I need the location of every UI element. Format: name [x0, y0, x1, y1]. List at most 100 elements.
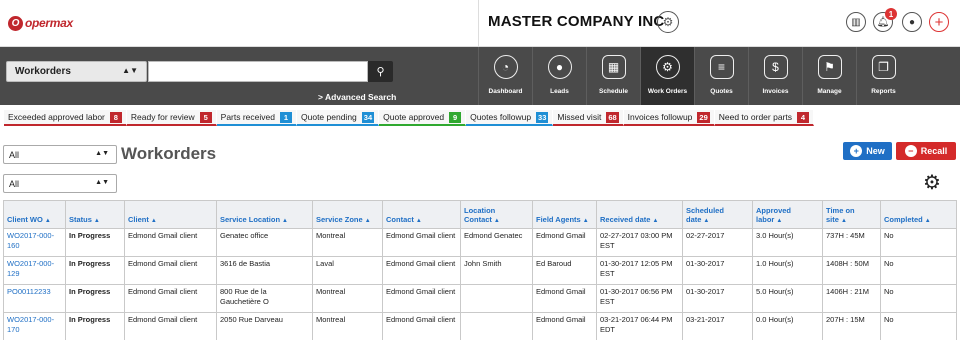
table-cell: Edmond Gmail client [382, 312, 461, 340]
table-cell: Edmond Gmail [532, 284, 597, 313]
nav-item-reports[interactable]: ❐ Reports [856, 47, 910, 105]
filter-label: Need to order parts [718, 112, 792, 122]
filter-tab[interactable]: Exceeded approved labor 8 [4, 110, 127, 126]
filter-tab[interactable]: Invoices followup 29 [623, 110, 715, 126]
column-header[interactable]: Service Location ▲ [216, 200, 313, 229]
column-header[interactable]: Service Zone ▲ [312, 200, 383, 229]
module-select-value: Workorders [15, 66, 71, 77]
filter-label: Ready for review [130, 112, 195, 122]
company-settings-icon[interactable]: ⚙ [657, 11, 679, 33]
search-button[interactable]: ⚲ [368, 61, 393, 82]
table-cell: No [880, 256, 957, 285]
column-header[interactable]: Client ▲ [124, 200, 217, 229]
filter-tab[interactable]: Need to order parts 4 [714, 110, 814, 126]
table-cell [460, 284, 533, 313]
filter-count-badge: 29 [697, 111, 710, 123]
table-cell: In Progress [65, 312, 125, 340]
filter-tab[interactable]: Missed visit 68 [553, 110, 624, 126]
table-cell[interactable]: WO2017-000-170 [3, 312, 66, 340]
table-cell: 1.0 Hour(s) [752, 256, 823, 285]
table-cell: Edmond Gmail client [382, 228, 461, 257]
module-select[interactable]: Workorders ▲▼ [6, 61, 147, 82]
column-header[interactable]: Completed ▲ [880, 200, 957, 229]
table-cell: No [880, 228, 957, 257]
filter-count-badge: 5 [199, 111, 212, 123]
table-cell[interactable]: PO00112233 [3, 284, 66, 313]
table-cell[interactable]: WO2017-000-129 [3, 256, 66, 285]
add-icon[interactable]: + [929, 12, 949, 32]
nav-item-label: Invoices [762, 88, 789, 95]
notifications-icon[interactable]: 🔔︎ 1 [873, 8, 897, 32]
filter-label: Quote approved [383, 112, 445, 122]
column-header-label: Service Zone [316, 215, 363, 224]
plus-icon: + [850, 145, 863, 157]
column-header[interactable]: Contact ▲ [382, 200, 461, 229]
table-row[interactable]: WO2017-000-170 In Progress Edmond Gmail cl… [3, 312, 957, 340]
table-cell: Montreal [312, 228, 383, 257]
table-row[interactable]: WO2017-000-160 In Progress Edmond Gmail cl… [3, 228, 957, 257]
sort-arrow-icon: ▲ [652, 218, 659, 224]
sort-arrow-icon: ▲ [776, 218, 783, 224]
sort-arrow-icon: ▲ [703, 218, 710, 224]
filter-select-primary-value: All [9, 150, 20, 160]
filter-tab[interactable]: Ready for review 5 [126, 110, 217, 126]
column-header[interactable]: Client WO ▲ [3, 200, 66, 229]
nav-item-leads[interactable]: ● Leads [532, 47, 586, 105]
leads-icon: ● [547, 55, 572, 79]
brand-logo[interactable]: O opermax [8, 14, 73, 32]
column-header[interactable]: Scheduled date ▲ [682, 200, 753, 229]
column-header-label: Completed [884, 215, 923, 224]
nav-item-label: Quotes [710, 88, 733, 95]
column-header-label: Received date [600, 215, 651, 224]
filter-tab[interactable]: Quote approved 9 [379, 110, 467, 126]
filter-tab[interactable]: Quote pending 34 [297, 110, 380, 126]
column-header[interactable]: Approved labor ▲ [752, 200, 823, 229]
column-header[interactable]: Location Contact ▲ [460, 200, 533, 229]
column-header-label: Client WO [7, 215, 43, 224]
filter-tab[interactable]: Parts received 1 [216, 110, 297, 126]
nav-item-work-orders[interactable]: ⚙ Work Orders [640, 47, 694, 105]
filter-select-secondary[interactable]: All ▲▼ [3, 174, 117, 193]
table-cell: 3.0 Hour(s) [752, 228, 823, 257]
table-cell: 03-21-2017 [682, 312, 753, 340]
filter-count-badge: 8 [109, 111, 122, 123]
advanced-search-link[interactable]: > Advanced Search [318, 92, 396, 102]
column-header[interactable]: Time on site ▲ [822, 200, 881, 229]
filter-label: Exceeded approved labor [8, 112, 105, 122]
column-header[interactable]: Status ▲ [65, 200, 125, 229]
user-profile-icon[interactable]: ● [902, 12, 922, 32]
main-navbar: Workorders ▲▼ ⚲ > Advanced Search ◔ Dashb… [0, 47, 960, 105]
filter-select-primary[interactable]: All ▲▼ [3, 145, 117, 164]
filter-label: Quote pending [301, 112, 357, 122]
column-header[interactable]: Field Agents ▲ [532, 200, 597, 229]
manage-icon: ⚑ [817, 55, 842, 79]
filter-count-badge: 1 [280, 111, 292, 123]
table-cell: 0.0 Hour(s) [752, 312, 823, 340]
table-row[interactable]: WO2017-000-129 In Progress Edmond Gmail cl… [3, 256, 957, 285]
table-cell: 737H : 45M [822, 228, 881, 257]
recall-button[interactable]: − Recall [896, 142, 956, 160]
table-header-row: Client WO ▲ Status ▲ Client ▲ Service Location… [3, 200, 957, 229]
nav-item-dashboard[interactable]: ◔ Dashboard [478, 47, 532, 105]
filter-tab[interactable]: Quotes followup 33 [466, 110, 554, 126]
table-row[interactable]: PO00112233 In Progress Edmond Gmail client… [3, 284, 957, 313]
reports-icon: ❐ [871, 55, 896, 79]
nav-item-manage[interactable]: ⚑ Manage [802, 47, 856, 105]
search-input[interactable] [148, 61, 368, 82]
nav-item-schedule[interactable]: ▦ Schedule [586, 47, 640, 105]
table-cell: Edmond Gmail client [124, 312, 217, 340]
table-cell[interactable]: WO2017-000-160 [3, 228, 66, 257]
table-settings-icon[interactable]: ⚙ [923, 173, 941, 193]
table-cell: Montreal [312, 312, 383, 340]
column-header[interactable]: Received date ▲ [596, 200, 683, 229]
table-cell: Laval [312, 256, 383, 285]
nav-item-invoices[interactable]: $ Invoices [748, 47, 802, 105]
sort-arrow-icon: ▲ [840, 218, 847, 224]
table-cell: In Progress [65, 284, 125, 313]
library-icon[interactable]: ▥ [846, 12, 866, 32]
search-icon: ⚲ [376, 66, 385, 78]
filter-label: Parts received [220, 112, 275, 122]
new-button[interactable]: + New [843, 142, 892, 160]
filter-count-badge: 68 [606, 111, 619, 123]
nav-item-quotes[interactable]: ≡ Quotes [694, 47, 748, 105]
